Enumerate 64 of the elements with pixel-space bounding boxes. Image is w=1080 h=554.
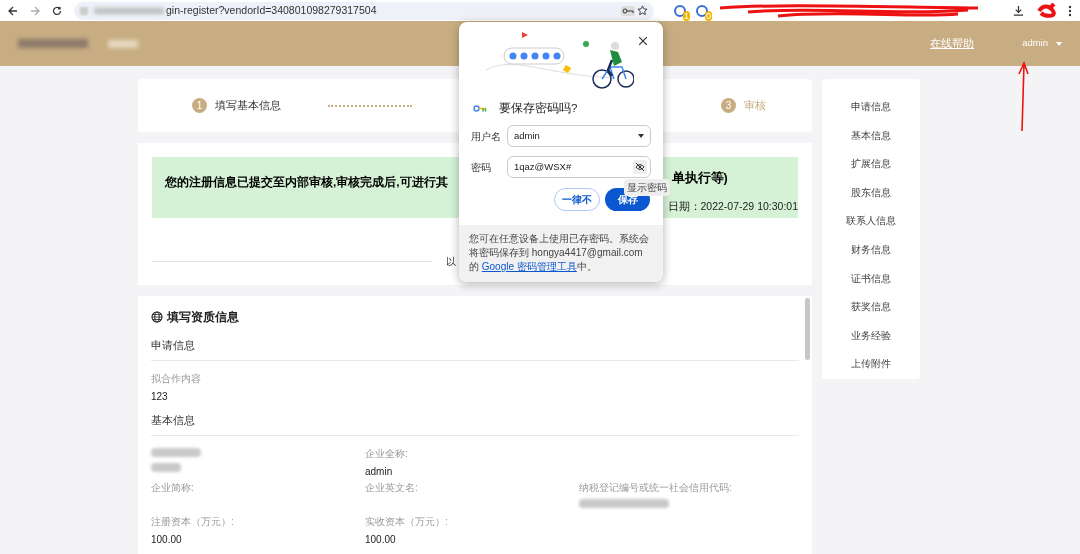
reload-icon[interactable] [52,5,62,16]
notice-text: 您的注册信息已提交至内部审核,审核完成后,可进行其 [165,175,448,189]
password-field[interactable]: 1qaz@WSX# [507,156,651,179]
star-icon[interactable] [637,5,648,16]
extension-badge: 0 [705,10,712,21]
url-text: gin-register?vendorId=340801098279317504 [166,2,377,18]
section-title: 基本信息 [151,412,799,436]
extension-badge: 1 [683,10,690,21]
redacted-text [94,7,164,14]
username-select[interactable]: admin [507,125,651,148]
nav-item[interactable]: 财务信息 [851,241,891,258]
address-bar[interactable]: gin-register?vendorId=340801098279317504 [74,1,654,20]
nav-item[interactable]: 上传附件 [851,356,891,373]
step-label: 填写基本信息 [215,97,281,113]
field-value: admin [365,464,394,479]
menu-icon[interactable] [1068,4,1072,17]
nav-item[interactable]: 股东信息 [851,184,891,201]
step-number: 3 [721,98,736,113]
field-label: 企业英文名: [365,480,419,495]
field-label: 密码 [471,160,492,175]
field-label: 实收资本（万元）: [365,514,449,529]
redacted-text [108,39,138,48]
nav-item[interactable]: 基本信息 [851,127,891,144]
site-icon [80,6,88,15]
caret-icon [1056,41,1062,46]
redacted-text [151,462,181,472]
nav-item[interactable]: 证书信息 [851,270,891,287]
caret-icon [638,134,644,139]
field-label: 拟合作内容 [151,371,202,386]
nav-item[interactable]: 获奖信息 [851,299,891,316]
field-value: 123 [151,389,169,404]
nav-item[interactable]: 联系人信息 [846,213,896,230]
dialog-footer: 您可在任意设备上使用已存密码。系统会将密码保存到 hongya4417@gmail.com 的 Google 密码管理工具中。 [459,225,663,283]
back-icon[interactable] [8,5,18,16]
eye-off-icon[interactable] [633,160,647,175]
annotation-arrow [1016,60,1030,132]
password-manager-link[interactable]: Google 密码管理工具 [481,261,577,273]
key-icon[interactable] [621,5,635,16]
notice-text: 单执行等) [671,170,728,187]
divider-text: 以 [446,255,456,269]
field-label: 注册资本（万元）: [151,514,235,529]
field-value: 100.00 [365,532,397,547]
field-label: 企业简称: [151,480,195,495]
nav-item[interactable]: 申请信息 [851,99,891,115]
redacted-text [151,447,201,457]
tooltip: 显示密码 [624,179,670,196]
logo [18,39,88,48]
field-label: 用户名 [471,129,502,144]
section-title: 申请信息 [151,338,799,361]
scrollbar [805,298,810,360]
dialog-title: 要保存密码吗? [499,101,578,116]
step-number: 1 [192,98,207,113]
card-title: 填写资质信息 [167,309,239,326]
key-icon [473,105,487,113]
step-label: 审核 [744,97,766,113]
close-icon[interactable] [639,37,647,45]
scribble-drawing [1036,2,1056,19]
field-label: 企业全称: [365,446,409,461]
globe-icon [151,311,163,323]
nav-item[interactable]: 业务经验 [851,327,891,344]
nav-item[interactable]: 扩展信息 [851,156,891,173]
submit-date: 日期：2022-07-29 10:30:01 [667,198,798,214]
field-value: 100.00 [151,532,183,547]
download-icon[interactable] [1013,5,1024,16]
